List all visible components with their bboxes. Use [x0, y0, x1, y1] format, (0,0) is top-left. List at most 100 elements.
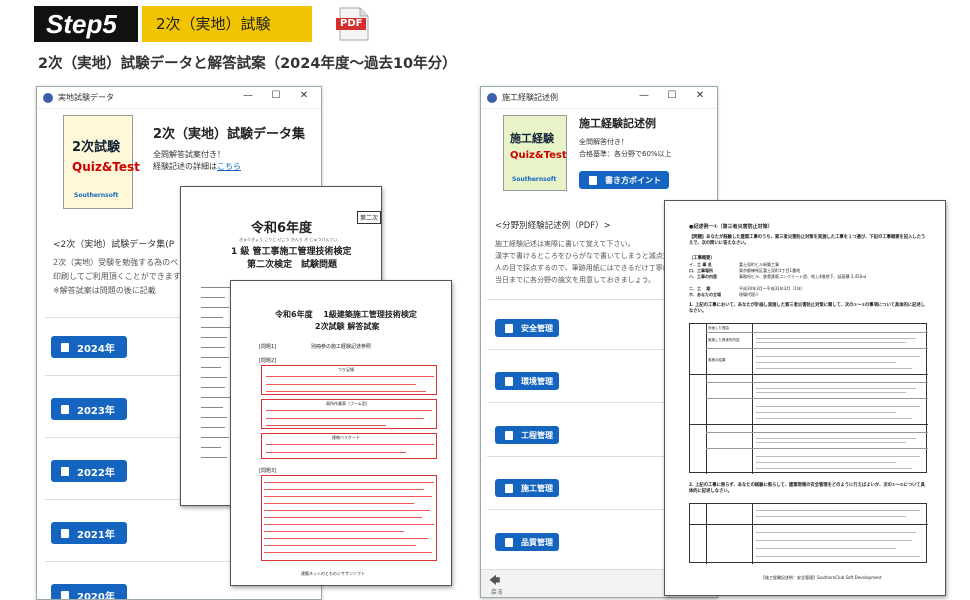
- overview-key: ハ．工事の内容: [689, 274, 717, 279]
- book-icon: [505, 537, 513, 547]
- main-heading: 2次（実地）試験データと解答試案（2024年度～過去10年分）: [38, 56, 457, 72]
- book-cover-image: 施工経験 Quiz&Test Southernsoft: [503, 115, 567, 191]
- app-title: 施工経験記述例: [579, 117, 656, 130]
- category-button-environment[interactable]: 環境管理: [495, 372, 559, 390]
- body-text-4: 当日までに各分野の論文を用意しておきましょう。: [495, 276, 656, 284]
- book-icon: [61, 590, 69, 599]
- body-text-2: 漢字で書けるところをひらがなで書いてしまうと減点対: [495, 252, 670, 260]
- answer-box-2: 高所作業車（ブーム型）: [261, 399, 437, 429]
- app-description: 全問解答試案付き！: [153, 150, 225, 159]
- book-icon: [505, 430, 513, 440]
- category-label: 安全管理: [521, 323, 553, 333]
- book-icon: [505, 376, 513, 386]
- essay-heading: ●記述例一①（第三者災害防止対策）: [689, 224, 773, 230]
- app-description-2: 合格基準：各分野で60%以上: [579, 150, 672, 158]
- app-title: 2次（実地）試験データ集: [153, 127, 306, 142]
- book-icon: [505, 483, 513, 493]
- essay-table-2: [689, 503, 928, 564]
- back-label[interactable]: 戻る: [491, 587, 503, 596]
- step-badge: Step5: [34, 6, 138, 42]
- answer-doc-title: 令和6年度 1級建築施工管理技術検定: [275, 310, 417, 319]
- book-icon: [61, 528, 69, 538]
- maximize-button[interactable]: ☐: [659, 90, 685, 101]
- answer-box-3: 建物バリケード: [261, 433, 437, 459]
- category-button-schedule[interactable]: 工程管理: [495, 426, 559, 444]
- book-icon: [61, 404, 69, 414]
- app-description-2: 経験記述の詳細はこちら: [153, 162, 241, 171]
- table-header: 実施の結果: [708, 358, 726, 362]
- step-title: 2次（実地）試験: [142, 6, 312, 42]
- year-label: 2022年: [77, 467, 115, 479]
- cover-title: 2次試験: [72, 140, 121, 155]
- app-description: 全問解答付き！: [579, 138, 628, 146]
- category-button-safety[interactable]: 安全管理: [495, 319, 559, 337]
- cover-brand: Southernsoft: [74, 192, 119, 199]
- window-title: 実地試験データ: [58, 93, 114, 102]
- close-button[interactable]: ✕: [291, 90, 317, 101]
- answer-document: 令和6年度 1級建築施工管理技術検定 2次試験 解答試案 [問題1] 別冊参の施…: [230, 280, 452, 586]
- answer-q1-label: [問題1]: [259, 344, 277, 350]
- details-link[interactable]: こちら: [217, 162, 241, 171]
- essay-q2-text: 2. 上記の工事に限らず、あなたの経験に照らして、建築現場の安全管理をどのように…: [689, 483, 925, 494]
- essay-example-document: ●記述例一①（第三者災害防止対策） 【問題】あなたが経験した建築工事のうち、第三…: [664, 200, 946, 596]
- cover-subtitle: Quiz&Test: [72, 160, 140, 174]
- body-text-1: 2次（実地）受験を勉強する為のペ: [53, 258, 179, 267]
- essay-doc-footer: 【施工経験記述例：安全管理】SouthernClub Soft Developm…: [761, 575, 882, 580]
- answer-q1-note: 別冊参の施工経験記述参照: [311, 344, 372, 350]
- pdf-icon[interactable]: PDF: [334, 6, 372, 42]
- pdf-label: PDF: [340, 18, 363, 29]
- exam-doc-subtitle-2: 第二次検定 試験問題: [247, 260, 338, 270]
- minimize-button[interactable]: —: [235, 90, 261, 101]
- app-icon: [43, 92, 53, 103]
- year-button-2022[interactable]: 2022年: [51, 460, 127, 482]
- body-text-3: 人の目で採点するので、筆跡用紙にはできるだけ丁寧に: [495, 264, 670, 272]
- book-icon: [61, 466, 69, 476]
- essay-question: 【問題】あなたが経験した建築工事のうち、第三者災害防止対策を実施した工事を１つ選…: [689, 235, 926, 246]
- year-label: 2024年: [77, 343, 115, 355]
- writing-tips-label: 書き方ポイント: [605, 175, 661, 185]
- answer-q2-label: [問題2]: [259, 358, 277, 364]
- year-button-2023[interactable]: 2023年: [51, 398, 127, 420]
- answer-box-1: つり足場: [261, 365, 437, 395]
- category-label: 品質管理: [521, 537, 553, 547]
- year-label: 2021年: [77, 529, 115, 541]
- writing-tips-button[interactable]: 書き方ポイント: [579, 171, 669, 189]
- overview-value: 現場代理人: [739, 292, 759, 297]
- close-button[interactable]: ✕: [687, 90, 713, 101]
- answer-box-4: [261, 475, 437, 561]
- overview-label: 〔工事概要〕: [689, 256, 715, 261]
- body-text-1: 施工経験記述は実際に書いて覚えて下さい。: [495, 240, 635, 248]
- answer-section-label: 建物バリケード: [332, 435, 360, 440]
- body-text-3: ※解答試案は問題の後に記載: [53, 286, 156, 295]
- table-header: 実施した具体的内容: [708, 338, 740, 342]
- category-label: 工程管理: [521, 430, 553, 440]
- exam-doc-badge: 第二次: [357, 211, 381, 224]
- cover-brand: Southernsoft: [512, 176, 557, 183]
- answer-q3-label: [問題3]: [259, 468, 277, 474]
- app-icon: [487, 92, 497, 103]
- year-button-2020[interactable]: 2020年: [51, 584, 127, 600]
- exam-doc-subtitle: 1 級 管工事施工管理技術検定: [231, 247, 352, 257]
- year-label: 2020年: [77, 591, 115, 600]
- overview-key: ホ．あなたの立場: [689, 292, 721, 297]
- answer-doc-subtitle: 2次試験 解答試案: [315, 322, 380, 331]
- book-icon: [505, 323, 513, 333]
- category-label: 施工管理: [521, 483, 553, 493]
- year-button-2021[interactable]: 2021年: [51, 522, 127, 544]
- minimize-button[interactable]: —: [631, 90, 657, 101]
- cover-title: 施工経験: [510, 132, 554, 145]
- book-cover-image: 2次試験 Quiz&Test Southernsoft: [63, 115, 140, 209]
- book-icon: [61, 342, 69, 352]
- year-button-2024[interactable]: 2024年: [51, 336, 127, 358]
- answer-section-label: 高所作業車（ブーム型）: [326, 401, 370, 406]
- overview-value: 事務所ビル、鉄骨鉄筋コンクリート造、地上4階地下、延面積 2,450㎡: [739, 274, 867, 279]
- section-heading: <2次（実地）試験データ集(P: [53, 240, 175, 250]
- year-label: 2023年: [77, 405, 115, 417]
- essay-table-1: 計画した理由 実施した具体的内容 実施の結果: [689, 323, 928, 474]
- exam-doc-title: 令和6年度: [251, 221, 313, 236]
- category-button-construction[interactable]: 施工管理: [495, 479, 559, 497]
- body-text-2: 印刷してご利用頂くことができます: [53, 272, 181, 281]
- category-label: 環境管理: [521, 376, 553, 386]
- maximize-button[interactable]: ☐: [263, 90, 289, 101]
- category-button-quality[interactable]: 品質管理: [495, 533, 559, 551]
